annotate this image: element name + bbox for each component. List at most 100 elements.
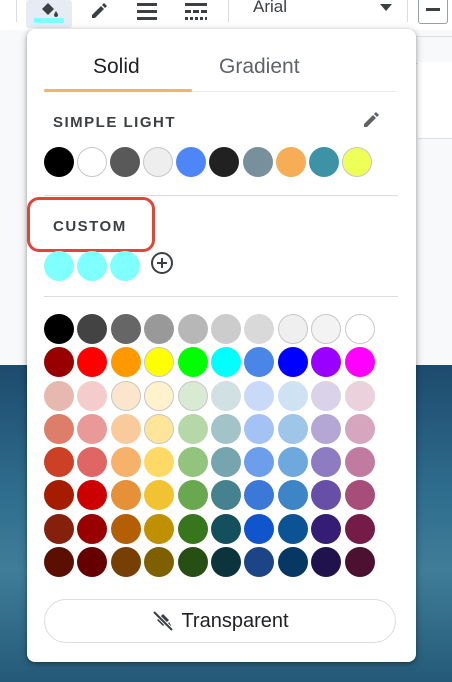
color-swatch[interactable] <box>277 413 308 444</box>
color-swatch[interactable] <box>344 447 375 478</box>
color-swatch[interactable] <box>244 513 275 544</box>
color-swatch[interactable] <box>77 347 108 378</box>
color-swatch[interactable] <box>344 380 375 411</box>
color-swatch[interactable] <box>44 480 74 511</box>
color-swatch[interactable] <box>77 513 108 544</box>
color-swatch[interactable] <box>244 447 275 478</box>
color-swatch[interactable] <box>177 480 208 511</box>
color-swatch[interactable] <box>177 314 208 344</box>
color-swatch[interactable] <box>144 513 175 544</box>
color-swatch[interactable] <box>344 547 375 578</box>
color-swatch[interactable] <box>277 380 308 411</box>
color-swatch[interactable] <box>144 380 175 411</box>
color-swatch[interactable] <box>110 513 141 544</box>
color-swatch[interactable] <box>308 147 339 177</box>
border-color-button[interactable] <box>86 0 112 22</box>
color-swatch[interactable] <box>144 480 175 511</box>
tab-solid[interactable]: Solid <box>93 55 140 79</box>
color-swatch[interactable] <box>341 147 372 177</box>
color-swatch[interactable] <box>244 380 275 411</box>
font-family-select[interactable]: Arial <box>253 0 287 17</box>
color-swatch[interactable] <box>210 513 241 544</box>
color-swatch[interactable] <box>144 547 175 578</box>
color-swatch[interactable] <box>44 513 74 544</box>
color-swatch[interactable] <box>177 447 208 478</box>
color-swatch[interactable] <box>44 447 74 478</box>
color-swatch[interactable] <box>311 480 342 511</box>
color-swatch[interactable] <box>344 314 375 344</box>
color-swatch[interactable] <box>244 547 275 578</box>
color-swatch[interactable] <box>110 147 141 177</box>
color-swatch[interactable] <box>311 447 342 478</box>
color-swatch[interactable] <box>344 480 375 511</box>
color-swatch[interactable] <box>44 147 74 177</box>
color-swatch[interactable] <box>144 447 175 478</box>
color-swatch[interactable] <box>77 314 108 344</box>
color-swatch[interactable] <box>277 447 308 478</box>
color-swatch[interactable] <box>242 147 273 177</box>
color-swatch[interactable] <box>311 547 342 578</box>
color-swatch[interactable] <box>311 314 342 344</box>
add-custom-color-button[interactable] <box>150 251 174 275</box>
color-swatch[interactable] <box>244 314 275 344</box>
color-swatch[interactable] <box>210 547 241 578</box>
color-swatch[interactable] <box>277 347 308 378</box>
fill-color-button[interactable] <box>26 0 72 28</box>
color-swatch[interactable] <box>244 480 275 511</box>
color-swatch[interactable] <box>177 347 208 378</box>
color-swatch[interactable] <box>344 513 375 544</box>
color-swatch[interactable] <box>44 380 74 411</box>
color-swatch[interactable] <box>177 413 208 444</box>
color-swatch[interactable] <box>44 413 74 444</box>
color-swatch[interactable] <box>210 314 241 344</box>
color-swatch[interactable] <box>144 314 175 344</box>
color-swatch[interactable] <box>311 380 342 411</box>
color-swatch[interactable] <box>277 513 308 544</box>
color-swatch[interactable] <box>209 147 240 177</box>
color-swatch[interactable] <box>110 547 141 578</box>
color-swatch[interactable] <box>110 380 141 411</box>
color-swatch[interactable] <box>44 547 74 578</box>
color-swatch[interactable] <box>177 547 208 578</box>
transparent-button[interactable]: Transparent <box>44 599 396 643</box>
color-swatch[interactable] <box>110 314 141 344</box>
color-swatch[interactable] <box>210 380 241 411</box>
border-weight-button[interactable] <box>134 0 160 22</box>
color-swatch[interactable] <box>77 147 108 177</box>
color-swatch[interactable] <box>344 347 375 378</box>
custom-color-swatch[interactable] <box>77 251 107 281</box>
color-swatch[interactable] <box>210 413 241 444</box>
color-swatch[interactable] <box>210 447 241 478</box>
custom-color-swatch[interactable] <box>44 251 74 281</box>
color-swatch[interactable] <box>244 413 275 444</box>
color-swatch[interactable] <box>277 314 308 344</box>
color-swatch[interactable] <box>244 347 275 378</box>
color-swatch[interactable] <box>344 413 375 444</box>
color-swatch[interactable] <box>77 480 108 511</box>
edit-theme-button[interactable] <box>360 107 384 131</box>
color-swatch[interactable] <box>210 347 241 378</box>
color-swatch[interactable] <box>311 347 342 378</box>
tab-gradient[interactable]: Gradient <box>219 55 300 79</box>
color-swatch[interactable] <box>277 547 308 578</box>
color-swatch[interactable] <box>177 513 208 544</box>
color-swatch[interactable] <box>44 347 74 378</box>
color-swatch[interactable] <box>176 147 207 177</box>
color-swatch[interactable] <box>311 413 342 444</box>
color-swatch[interactable] <box>110 413 141 444</box>
color-swatch[interactable] <box>110 447 141 478</box>
color-swatch[interactable] <box>77 413 108 444</box>
color-swatch[interactable] <box>77 447 108 478</box>
color-swatch[interactable] <box>144 347 175 378</box>
chevron-down-icon[interactable] <box>378 3 394 13</box>
decrease-font-size-button[interactable] <box>418 0 448 24</box>
color-swatch[interactable] <box>177 380 208 411</box>
color-swatch[interactable] <box>110 347 141 378</box>
color-swatch[interactable] <box>143 147 174 177</box>
color-swatch[interactable] <box>77 547 108 578</box>
custom-color-swatch[interactable] <box>110 251 140 281</box>
color-swatch[interactable] <box>144 413 175 444</box>
border-dash-button[interactable] <box>183 0 209 22</box>
color-swatch[interactable] <box>277 480 308 511</box>
color-swatch[interactable] <box>311 513 342 544</box>
